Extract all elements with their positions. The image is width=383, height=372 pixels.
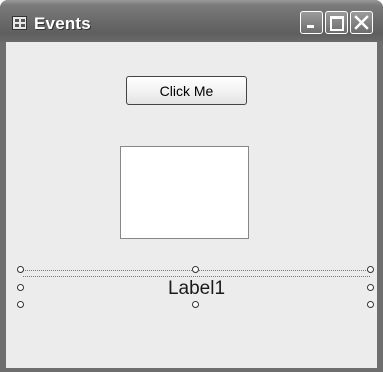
- form-client-area: Click Me Label1: [6, 42, 377, 368]
- picture-box[interactable]: [120, 146, 249, 239]
- resize-handle-bottom-right[interactable]: [367, 301, 374, 308]
- window-frame: Events Click Me Label1: [0, 0, 383, 372]
- resize-handle-bottom-left[interactable]: [17, 301, 24, 308]
- title-bar[interactable]: Events: [0, 0, 383, 42]
- minimize-button[interactable]: [300, 11, 323, 34]
- resize-handle-bottom-middle[interactable]: [192, 301, 199, 308]
- maximize-button[interactable]: [325, 11, 348, 34]
- click-me-button[interactable]: Click Me: [126, 76, 247, 105]
- selection-border-bottom: [23, 276, 370, 277]
- form-icon[interactable]: [12, 16, 27, 30]
- resize-handle-top-right[interactable]: [367, 266, 374, 273]
- close-button[interactable]: [350, 11, 373, 34]
- close-icon: [354, 15, 369, 30]
- window-title: Events: [34, 14, 91, 33]
- label1[interactable]: Label1: [23, 278, 370, 300]
- resize-handle-top-middle[interactable]: [192, 266, 199, 273]
